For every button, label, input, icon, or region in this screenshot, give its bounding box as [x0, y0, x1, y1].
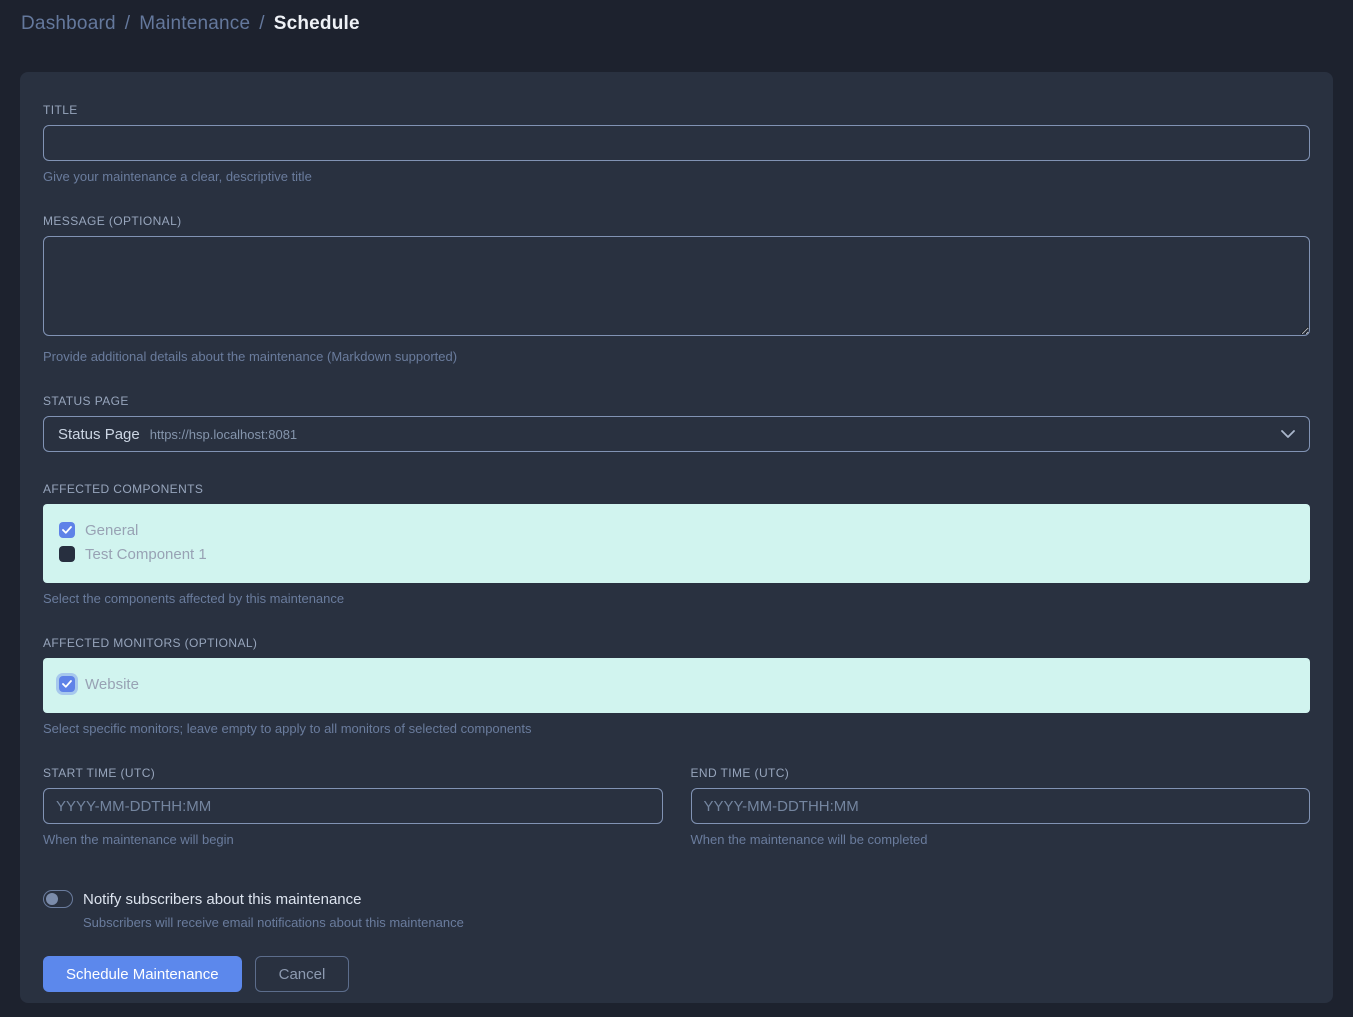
message-textarea[interactable]	[43, 236, 1310, 336]
message-helper-text: Provide additional details about the mai…	[43, 349, 1310, 364]
checkbox-label: Website	[85, 676, 139, 693]
notify-subscribers-helper-text: Subscribers will receive email notificat…	[83, 915, 1310, 930]
affected-components-field-group: AFFECTED COMPONENTS General Test Compone…	[43, 482, 1310, 606]
end-time-label: END TIME (UTC)	[691, 766, 1311, 780]
title-input[interactable]	[43, 125, 1310, 161]
affected-components-label: AFFECTED COMPONENTS	[43, 482, 1310, 496]
checkbox-icon[interactable]	[59, 676, 75, 692]
breadcrumb-separator: /	[125, 13, 130, 35]
notify-subscribers-toggle[interactable]	[43, 890, 73, 908]
monitor-checkbox-row-website[interactable]: Website	[59, 672, 1294, 696]
breadcrumb-current-schedule: Schedule	[274, 13, 360, 35]
time-fields-row: START TIME (UTC) When the maintenance wi…	[43, 766, 1310, 847]
title-field-group: TITLE Give your maintenance a clear, des…	[43, 103, 1310, 184]
checkbox-label: Test Component 1	[85, 546, 207, 563]
affected-components-helper-text: Select the components affected by this m…	[43, 591, 1310, 606]
cancel-button[interactable]: Cancel	[255, 956, 350, 992]
end-time-field-group: END TIME (UTC) When the maintenance will…	[691, 766, 1311, 847]
affected-monitors-helper-text: Select specific monitors; leave empty to…	[43, 721, 1310, 736]
chevron-down-icon	[1281, 430, 1295, 438]
component-checkbox-row-test-component-1[interactable]: Test Component 1	[59, 542, 1294, 566]
status-page-selected-url: https://hsp.localhost:8081	[150, 427, 297, 442]
form-actions: Schedule Maintenance Cancel	[43, 956, 1310, 992]
status-page-selected-name: Status Page	[58, 426, 140, 443]
schedule-maintenance-button[interactable]: Schedule Maintenance	[43, 956, 242, 992]
checkbox-icon[interactable]	[59, 522, 75, 538]
title-label: TITLE	[43, 103, 1310, 117]
title-helper-text: Give your maintenance a clear, descripti…	[43, 169, 1310, 184]
affected-components-panel: General Test Component 1	[43, 504, 1310, 583]
schedule-maintenance-form-card: TITLE Give your maintenance a clear, des…	[20, 72, 1333, 1003]
checkbox-label: General	[85, 522, 138, 539]
message-label: MESSAGE (OPTIONAL)	[43, 214, 1310, 228]
breadcrumb-dashboard[interactable]: Dashboard	[21, 13, 116, 35]
status-page-field-group: STATUS PAGE Status Page https://hsp.loca…	[43, 394, 1310, 452]
breadcrumb: Dashboard / Maintenance / Schedule	[21, 13, 360, 35]
start-time-helper-text: When the maintenance will begin	[43, 832, 663, 847]
start-time-input[interactable]	[43, 788, 663, 824]
notify-subscribers-label[interactable]: Notify subscribers about this maintenanc…	[83, 891, 361, 908]
toggle-knob	[46, 893, 58, 905]
affected-monitors-field-group: AFFECTED MONITORS (OPTIONAL) Website Sel…	[43, 636, 1310, 736]
affected-monitors-label: AFFECTED MONITORS (OPTIONAL)	[43, 636, 1310, 650]
affected-monitors-panel: Website	[43, 658, 1310, 713]
notify-subscribers-group: Notify subscribers about this maintenanc…	[43, 890, 1310, 930]
status-page-select[interactable]: Status Page https://hsp.localhost:8081	[43, 416, 1310, 452]
end-time-input[interactable]	[691, 788, 1311, 824]
component-checkbox-row-general[interactable]: General	[59, 518, 1294, 542]
top-bar: Dashboard / Maintenance / Schedule	[0, 0, 1353, 48]
message-field-group: MESSAGE (OPTIONAL) Provide additional de…	[43, 214, 1310, 364]
end-time-helper-text: When the maintenance will be completed	[691, 832, 1311, 847]
breadcrumb-maintenance[interactable]: Maintenance	[139, 13, 250, 35]
start-time-field-group: START TIME (UTC) When the maintenance wi…	[43, 766, 663, 847]
breadcrumb-separator: /	[259, 13, 264, 35]
status-page-label: STATUS PAGE	[43, 394, 1310, 408]
checkbox-icon[interactable]	[59, 546, 75, 562]
start-time-label: START TIME (UTC)	[43, 766, 663, 780]
